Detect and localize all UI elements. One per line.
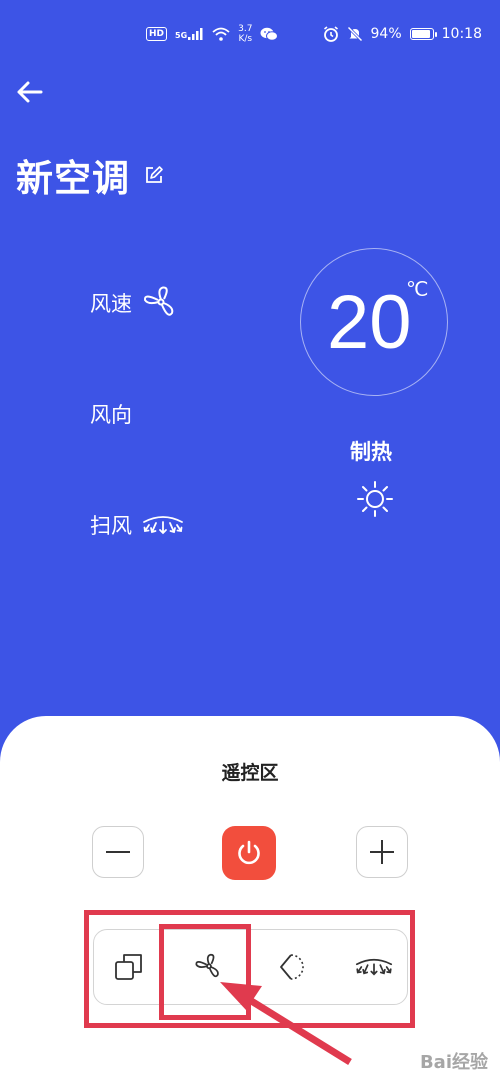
arrow-left-icon — [17, 81, 43, 103]
power-button[interactable] — [222, 826, 276, 880]
alarm-icon — [323, 26, 338, 42]
temperature-unit: ℃ — [406, 279, 429, 301]
edit-title-button[interactable] — [144, 165, 164, 185]
fan-icon — [143, 286, 174, 316]
signal-label: 5G — [175, 31, 188, 40]
speed-unit: K/s — [238, 34, 253, 44]
signal-icon — [188, 28, 203, 40]
plus-icon — [370, 840, 394, 864]
fan-direction-label: 风向 — [90, 403, 132, 427]
speed-value: 3.7 — [238, 24, 253, 34]
wechat-icon — [260, 27, 279, 41]
mute-bell-icon — [346, 26, 363, 42]
temperature-value: 20 — [327, 280, 412, 365]
fan-direction-item[interactable]: 风向 — [90, 399, 132, 429]
temperature-display: 20 ℃ — [300, 248, 448, 396]
wifi-icon — [212, 27, 230, 41]
battery-percent: 94% — [370, 26, 402, 42]
edit-icon — [146, 166, 163, 183]
battery-fill — [411, 30, 430, 38]
page-title: 新空调 — [16, 157, 130, 200]
power-icon — [238, 840, 260, 865]
status-bar: HD 5G 3.7 K/s 94% 10:18 — [0, 0, 500, 74]
fan-speed-item[interactable]: 风速 — [90, 285, 180, 321]
annotation-inner-box — [159, 924, 251, 1020]
swing-item[interactable]: 扫风 — [90, 510, 184, 540]
fan-speed-label: 风速 — [90, 292, 132, 316]
temperature-up-button[interactable] — [356, 826, 408, 878]
minus-icon — [106, 851, 130, 853]
temperature-down-button[interactable] — [92, 826, 144, 878]
sun-icon — [357, 481, 393, 517]
signal-5g: 5G — [175, 28, 204, 40]
status-right: 94% 10:18 — [323, 26, 482, 42]
network-speed: 3.7 K/s — [238, 24, 252, 44]
remote-panel: 遥控区 — [0, 716, 500, 1084]
watermark: Bai经验 — [419, 1052, 488, 1073]
mode-label: 制热 — [350, 440, 392, 464]
remote-panel-title: 遥控区 — [221, 762, 279, 784]
swing-icon — [143, 516, 183, 535]
status-left: HD 5G 3.7 K/s — [146, 24, 279, 44]
battery-icon — [409, 28, 437, 40]
clock: 10:18 — [441, 26, 482, 42]
title-row: 新空调 — [16, 148, 164, 202]
swing-label: 扫风 — [90, 514, 132, 538]
back-button[interactable] — [14, 78, 48, 108]
hd-badge: HD — [146, 27, 168, 41]
